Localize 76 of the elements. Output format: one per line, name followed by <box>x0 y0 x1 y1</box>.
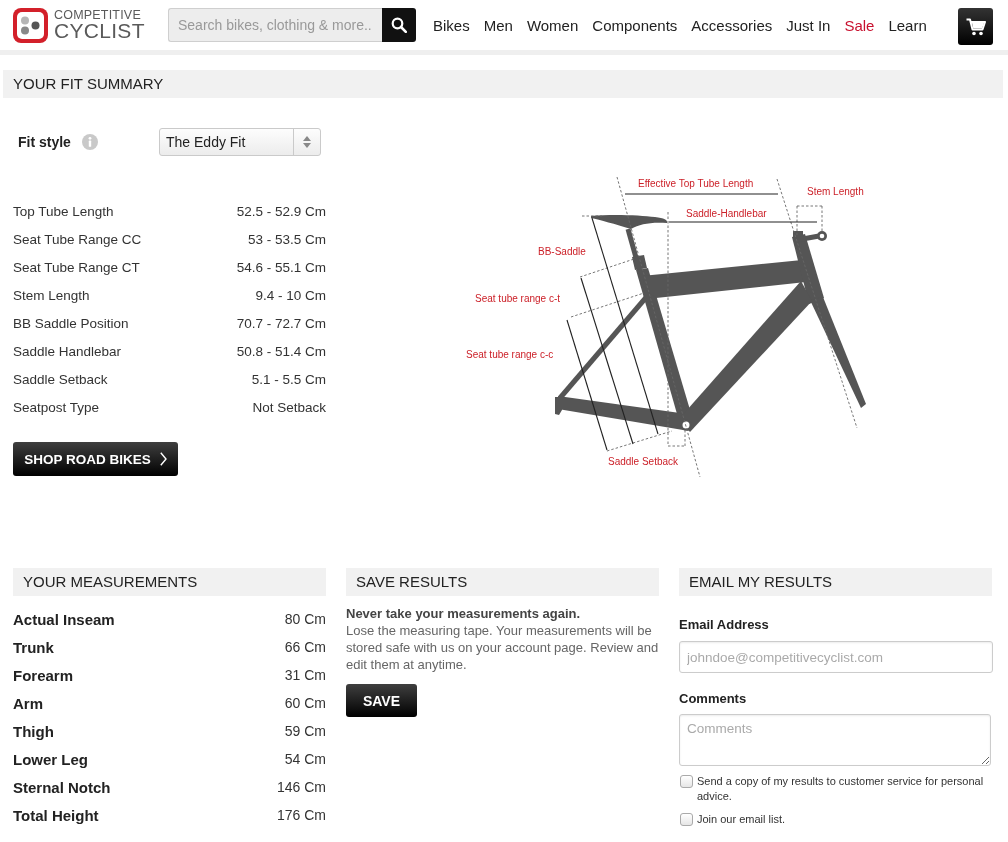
measurement-value: 31 Cm <box>284 667 326 683</box>
fit-label: Saddle Setback <box>13 371 108 387</box>
fit-value: 9.4 - 10 Cm <box>255 287 326 303</box>
fit-label: Seat Tube Range CC <box>13 231 142 247</box>
shopping-cart-icon <box>965 17 986 36</box>
logo-text[interactable]: CYCLIST <box>54 21 145 41</box>
comments-label: Comments <box>679 690 748 707</box>
up-down-arrows-icon <box>303 136 311 148</box>
save-heading: Never take your measurements again. <box>346 605 582 622</box>
nav-link[interactable]: Men <box>483 16 513 34</box>
comments-field[interactable]: Comments <box>679 714 991 766</box>
measurement-value: 146 Cm <box>276 779 326 795</box>
nav-link[interactable]: Components <box>592 16 678 34</box>
dimension-label: Seat tube range c-t <box>475 293 561 304</box>
checkbox[interactable] <box>680 775 693 788</box>
fit-label: Seat Tube Range CT <box>13 259 140 275</box>
measurement-value: 59 Cm <box>284 723 326 739</box>
chevron-right-icon <box>159 452 167 466</box>
nav-link[interactable]: Learn <box>888 16 927 34</box>
measurement-value: 60 Cm <box>284 695 326 711</box>
measurement-value: 66 Cm <box>284 639 326 655</box>
dimension-label: Effective Top Tube Length <box>638 178 754 189</box>
dimension-label: Saddle-Handlebar <box>686 208 767 219</box>
fit-label: Top Tube Length <box>13 203 114 219</box>
fit-value: 5.1 - 5.5 Cm <box>251 371 326 387</box>
fit-label: Seatpost Type <box>13 399 100 415</box>
section-header: YOUR FIT SUMMARY <box>3 70 1003 98</box>
dimension-label: Stem Length <box>807 186 864 197</box>
logo-text[interactable]: COMPETITIVE <box>54 9 145 21</box>
cart-button[interactable] <box>958 8 993 45</box>
measurement-label: Lower Leg <box>13 750 88 768</box>
fit-value: 70.7 - 72.7 Cm <box>236 315 326 331</box>
checkbox[interactable] <box>680 813 693 826</box>
measurement-label: Sternal Notch <box>13 778 111 796</box>
search-icon <box>391 17 407 33</box>
checkbox-label: Join our email list. <box>697 812 786 827</box>
fit-label: Saddle Handlebar <box>13 343 122 359</box>
save-button[interactable]: SAVE <box>346 684 417 717</box>
dashed-guide-line <box>581 215 603 217</box>
measurement-value: 80 Cm <box>284 611 326 627</box>
nav-link[interactable]: Accessories <box>691 16 773 34</box>
measurement-label: Trunk <box>13 638 54 656</box>
fit-style-label: Fit style <box>18 134 71 150</box>
measurement-value: 176 Cm <box>276 807 326 823</box>
fit-label: BB Saddle Position <box>13 315 129 331</box>
fit-value: 50.8 - 51.4 Cm <box>236 343 326 359</box>
nav-link[interactable]: Bikes <box>433 16 470 34</box>
search-button[interactable] <box>382 8 416 42</box>
measurement-label: Actual Inseam <box>13 610 115 628</box>
logo-icon[interactable] <box>13 7 48 43</box>
fit-label: Stem Length <box>13 287 90 303</box>
checkbox-label: Send a copy of my results to customer service for personal advice. <box>697 774 985 804</box>
nav-link[interactable]: Just In <box>786 16 831 34</box>
email-field[interactable]: johndoe@competitivecyclist.com <box>679 641 993 673</box>
fit-style-select[interactable]: The Eddy Fit <box>159 128 321 156</box>
measurement-value: 54 Cm <box>284 751 326 767</box>
nav-link[interactable]: Sale <box>844 16 875 34</box>
shop-road-bikes-button[interactable]: SHOP ROAD BIKES <box>13 442 178 476</box>
measurement-label: Arm <box>13 694 43 712</box>
nav-link[interactable]: Women <box>526 16 579 34</box>
section-header: YOUR MEASUREMENTS <box>13 568 326 596</box>
email-label: Email Address <box>679 616 770 633</box>
save-description: Lose the measuring tape. Your measurements will be stored safe with us on your account page. Review and edit them at anytime. <box>346 622 659 673</box>
dimension-label: Seat tube range c-c <box>466 349 554 360</box>
fit-value: 52.5 - 52.9 Cm <box>236 203 326 219</box>
measurement-label: Forearm <box>13 666 74 684</box>
measurement-label: Thigh <box>13 722 54 740</box>
fit-value: 54.6 - 55.1 Cm <box>236 259 326 275</box>
search-field[interactable]: Search bikes, clothing & more... <box>168 8 382 42</box>
dimension-label: BB-Saddle <box>538 246 586 257</box>
section-header: EMAIL MY RESULTS <box>679 568 992 596</box>
measurement-label: Total Height <box>13 806 99 824</box>
fit-value: Not Setback <box>252 399 326 415</box>
section-header: SAVE RESULTS <box>346 568 659 596</box>
fit-value: 53 - 53.5 Cm <box>247 231 326 247</box>
dimension-label: Saddle Setback <box>608 456 679 467</box>
